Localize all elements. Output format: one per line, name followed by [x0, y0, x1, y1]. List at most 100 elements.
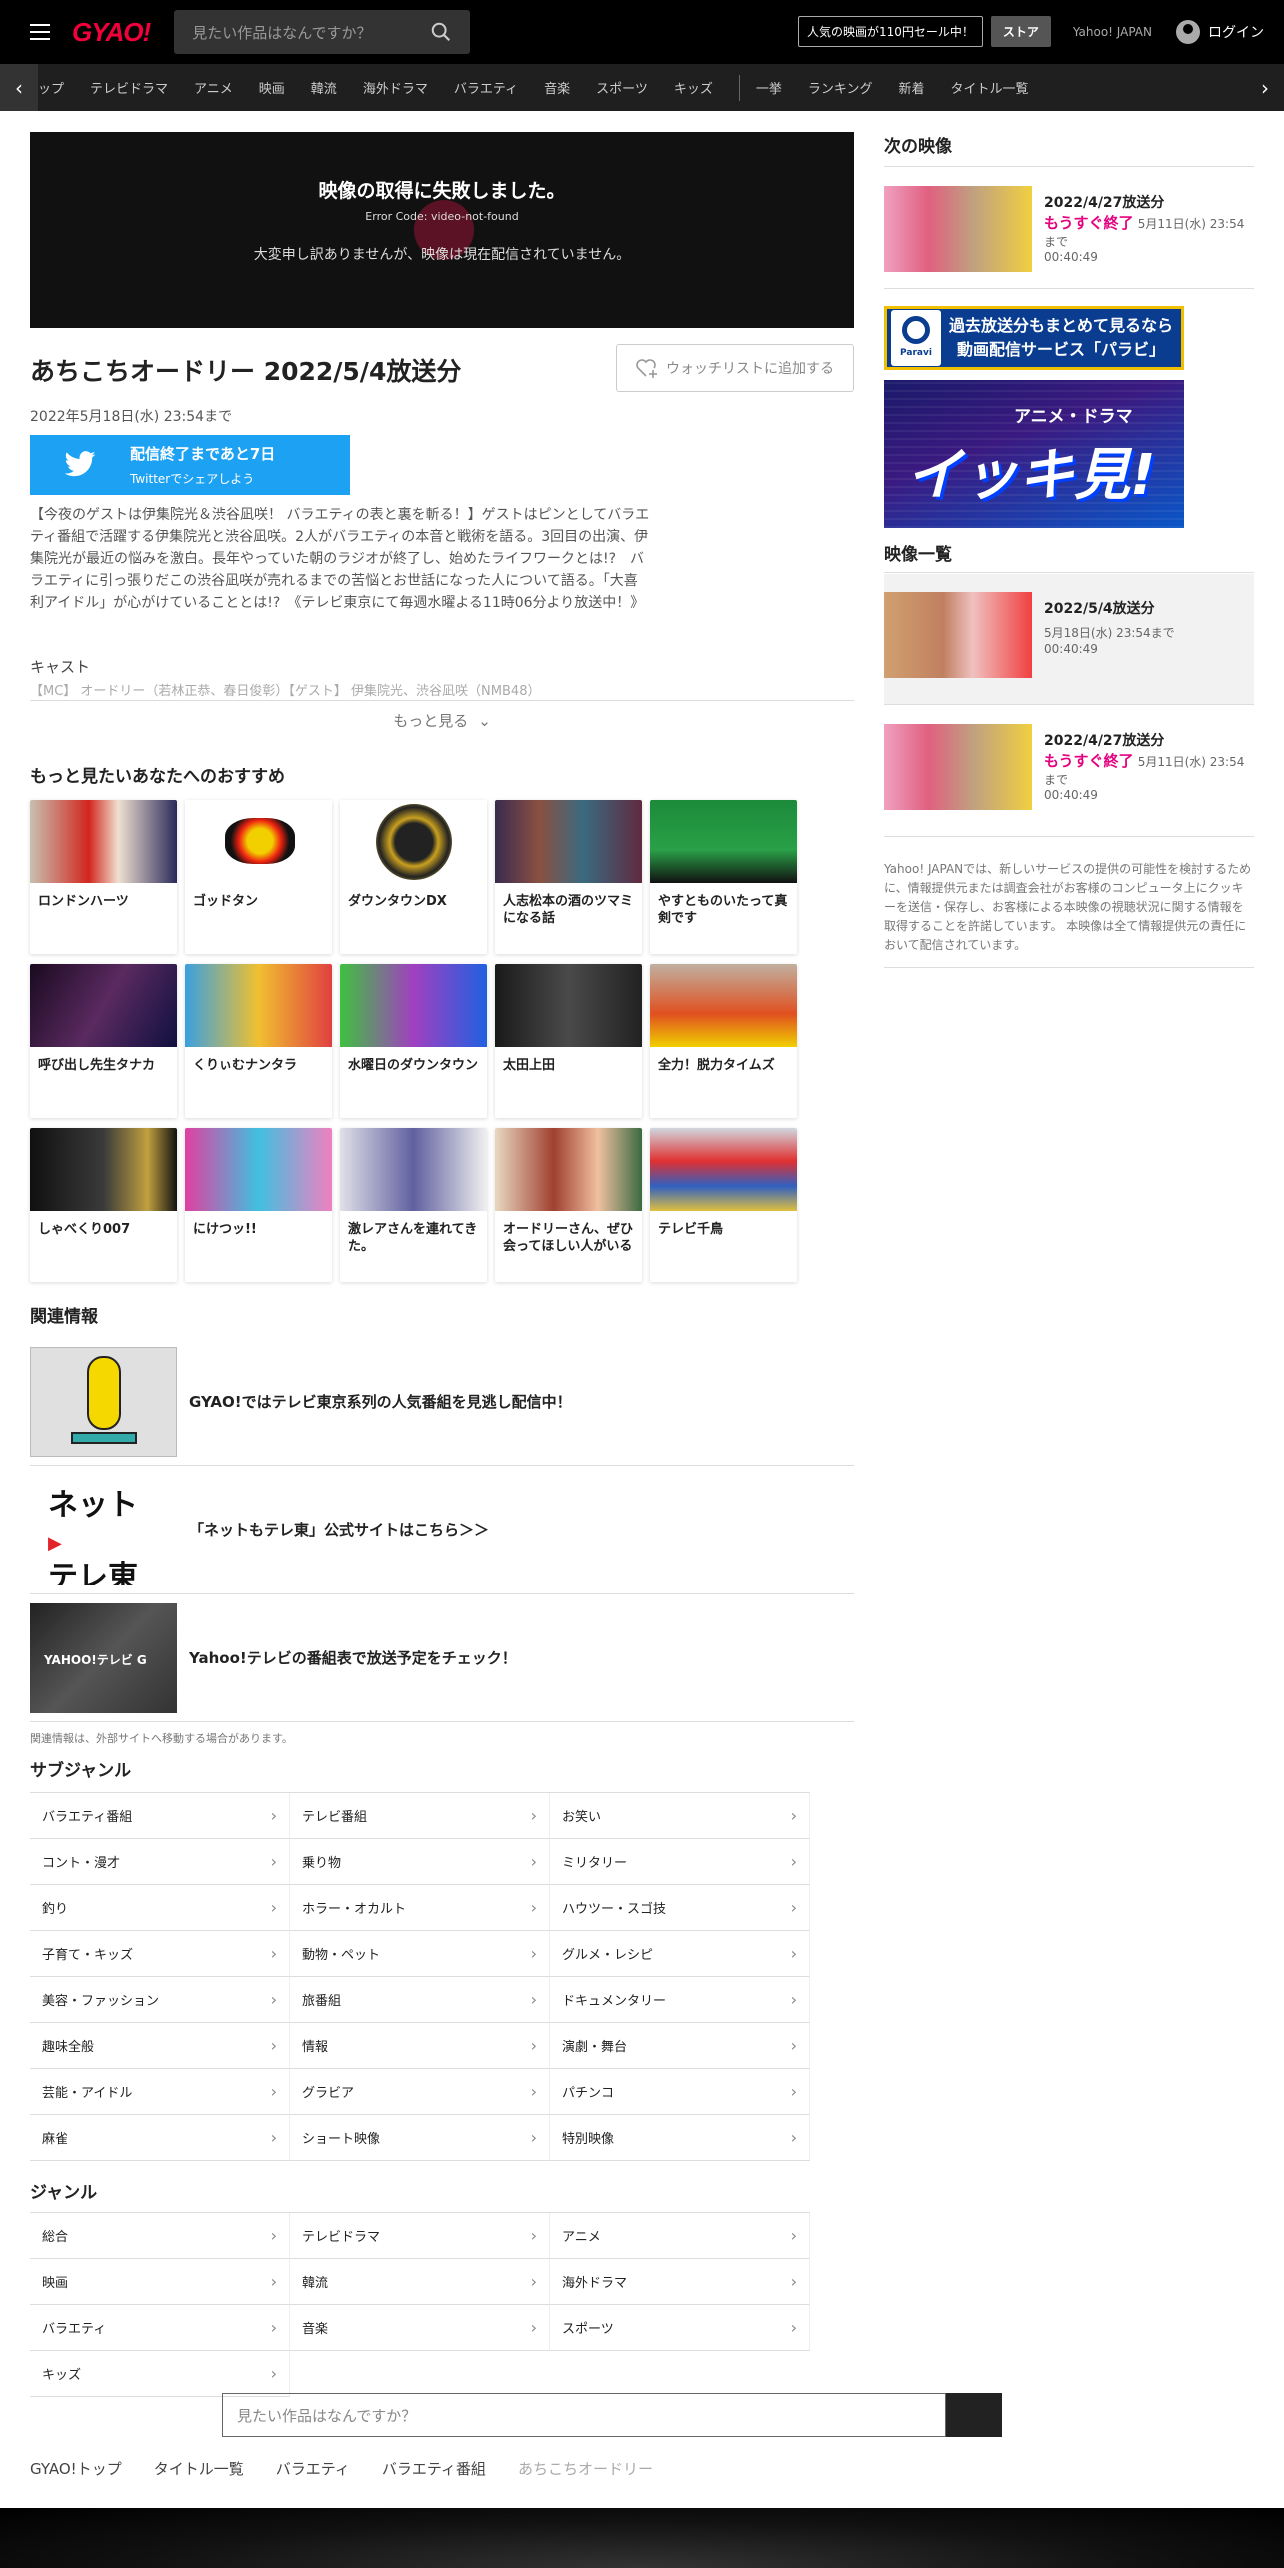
subgenre-link[interactable]: グラビア › [290, 2069, 550, 2115]
video-list-item[interactable]: 2022/5/4放送分 5月18日(水) 23:54まで 00:40:49 [884, 592, 1254, 678]
logo[interactable]: GYAO! [72, 17, 151, 48]
recommend-card[interactable]: にけつッ!! [185, 1128, 332, 1282]
recommend-card[interactable]: しゃべくり007 [30, 1128, 177, 1282]
recommend-card[interactable]: 人志松本の酒のツマミになる話 [495, 800, 642, 954]
subgenre-link[interactable]: コント・漫才 › [30, 1839, 290, 1885]
breadcrumb-item[interactable]: GYAO!トップ [30, 2458, 122, 2479]
nav-item-anime[interactable]: アニメ [194, 78, 233, 97]
recommend-card[interactable]: 太田上田 [495, 964, 642, 1118]
search-icon[interactable] [430, 21, 452, 43]
chevron-left-icon[interactable]: ‹ [0, 64, 38, 111]
chevron-right-icon: › [790, 1944, 797, 1963]
nav-item-music[interactable]: 音楽 [544, 78, 570, 97]
subgenre-link[interactable]: 美容・ファッション › [30, 1977, 290, 2023]
cell-label: スポーツ [562, 2322, 614, 2337]
recommend-card[interactable]: ロンドンハーツ [30, 800, 177, 954]
recommend-card[interactable]: 水曜日のダウンタウン [340, 964, 487, 1118]
subgenre-link[interactable]: ドキュメンタリー › [550, 1977, 810, 2023]
yahoo-japan-link[interactable]: Yahoo! JAPAN [1073, 25, 1152, 39]
subgenre-link[interactable]: グルメ・レシピ › [550, 1931, 810, 1977]
store-button[interactable]: ストア [990, 16, 1051, 47]
subgenre-link[interactable]: ミリタリー › [550, 1839, 810, 1885]
chevron-right-icon: › [270, 2318, 277, 2337]
nav-item-movie[interactable]: 映画 [259, 78, 285, 97]
subgenre-link[interactable]: 動物・ペット › [290, 1931, 550, 1977]
video-player[interactable]: 映像の取得に失敗しました。 Error Code: video-not-foun… [30, 132, 854, 328]
genre-link[interactable]: 映画 › [30, 2259, 290, 2305]
breadcrumb-item[interactable]: バラエティ [276, 2458, 350, 2479]
genre-link[interactable]: アニメ › [550, 2213, 810, 2259]
genre-link[interactable]: 海外ドラマ › [550, 2259, 810, 2305]
subgenre-link[interactable]: テレビ番組 › [290, 1793, 550, 1839]
chevron-right-icon: › [530, 2226, 537, 2245]
breadcrumb-item[interactable]: バラエティ番組 [382, 2458, 486, 2479]
genre-link[interactable]: スポーツ › [550, 2305, 810, 2351]
subgenre-link[interactable]: お笑い › [550, 1793, 810, 1839]
movie-sale-button[interactable]: 人気の映画が110円セール中！ [797, 16, 983, 47]
recommend-card[interactable]: やすとものいたって真剣です [650, 800, 797, 954]
related-item[interactable]: YAHOO!テレビ G Yahoo!テレビの番組表で放送予定をチェック！ [30, 1594, 854, 1722]
bottom-search-button[interactable] [946, 2393, 1002, 2437]
subgenre-link[interactable]: 釣り › [30, 1885, 290, 1931]
twitter-share-button[interactable]: 配信終了まであと7日 Twitterでシェアしよう [30, 435, 350, 495]
related-heading: 関連情報 [30, 1307, 98, 1327]
recommend-card[interactable]: オードリーさん、ぜひ会ってほしい人がいる [495, 1128, 642, 1282]
recommend-card[interactable]: 激レアさんを連れてきた。 [340, 1128, 487, 1282]
genre-link[interactable]: 総合 › [30, 2213, 290, 2259]
nav-item-variety[interactable]: バラエティ [454, 78, 518, 97]
nav-item-binge[interactable]: 一挙 [756, 78, 782, 97]
bottom-search-input[interactable]: 見たい作品はなんですか？ [222, 2393, 946, 2437]
nav-item-foreign-drama[interactable]: 海外ドラマ [363, 78, 428, 97]
login-button[interactable]: ログイン [1176, 19, 1264, 44]
subgenre-link[interactable]: 麻雀 › [30, 2115, 290, 2161]
nav-item-kids[interactable]: キッズ [674, 78, 713, 97]
subgenre-link[interactable]: ホラー・オカルト › [290, 1885, 550, 1931]
related-item[interactable]: GYAO!ではテレビ東京系列の人気番組を見逃し配信中！ [30, 1338, 854, 1466]
subgenre-link[interactable]: 乗り物 › [290, 1839, 550, 1885]
nav-item-top[interactable]: ップ [38, 78, 64, 97]
recommend-card[interactable]: テレビ千鳥 [650, 1128, 797, 1282]
nav-item-new[interactable]: 新着 [898, 78, 924, 97]
ikkimi-ad[interactable]: アニメ・ドラマ イッキ見! [884, 380, 1184, 528]
genre-link[interactable]: 韓流 › [290, 2259, 550, 2305]
recommend-card[interactable]: ダウンタウンDX [340, 800, 487, 954]
show-more-button[interactable]: もっと見る ⌄ [30, 700, 854, 740]
chevron-right-icon: › [270, 2082, 277, 2101]
recommend-card[interactable]: ゴッドタン [185, 800, 332, 954]
subgenre-link[interactable]: 特別映像 › [550, 2115, 810, 2161]
related-note: 関連情報は、外部サイトへ移動する場合があります。 [30, 1732, 293, 1745]
recommend-card[interactable]: 呼び出し先生タナカ [30, 964, 177, 1118]
related-item[interactable]: ネット ▶ テレ東 「ネットもテレ東」公式サイトはこちら＞＞ [30, 1466, 854, 1594]
nav-item-sports[interactable]: スポーツ [596, 78, 648, 97]
recommend-card[interactable]: 全力！脱力タイムズ [650, 964, 797, 1118]
paravi-ad[interactable]: Paravi 過去放送分もまとめて見るなら 動画配信サービス「パラビ」 [884, 306, 1184, 370]
nav-item-titles[interactable]: タイトル一覧 [951, 78, 1029, 97]
genre-link[interactable]: キッズ › [30, 2351, 290, 2397]
subgenre-link[interactable]: バラエティ番組 › [30, 1793, 290, 1839]
subgenre-link[interactable]: 情報 › [290, 2023, 550, 2069]
subgenre-link[interactable]: 芸能・アイドル › [30, 2069, 290, 2115]
subgenre-link[interactable]: 趣味全般 › [30, 2023, 290, 2069]
genre-link[interactable]: 音楽 › [290, 2305, 550, 2351]
next-video-item[interactable]: 2022/4/27放送分 もうすぐ終了 5月11日(水) 23:54 まで 00… [884, 186, 1254, 272]
recommend-card[interactable]: くりぃむナンタラ [185, 964, 332, 1118]
nav-item-korea[interactable]: 韓流 [311, 78, 337, 97]
nav-item-drama[interactable]: テレビドラマ [90, 78, 168, 97]
search-input[interactable]: 見たい作品はなんですか？ [174, 10, 471, 54]
subgenre-link[interactable]: ショート映像 › [290, 2115, 550, 2161]
thumbnail [30, 964, 177, 1047]
chevron-right-icon[interactable]: › [1246, 64, 1284, 111]
subgenre-link[interactable]: 子育て・キッズ › [30, 1931, 290, 1977]
subgenre-link[interactable]: 演劇・舞台 › [550, 2023, 810, 2069]
nav-item-ranking[interactable]: ランキング [808, 78, 873, 97]
subgenre-link[interactable]: ハウツー・スゴ技 › [550, 1885, 810, 1931]
genre-link[interactable]: バラエティ › [30, 2305, 290, 2351]
menu-icon[interactable] [30, 24, 50, 40]
subgenre-link[interactable]: 旅番組 › [290, 1977, 550, 2023]
breadcrumb-item[interactable]: タイトル一覧 [154, 2458, 244, 2479]
watchlist-button[interactable]: ウォッチリストに追加する [616, 344, 854, 392]
thumbnail [495, 964, 642, 1047]
genre-link[interactable]: テレビドラマ › [290, 2213, 550, 2259]
subgenre-link[interactable]: パチンコ › [550, 2069, 810, 2115]
video-list-item[interactable]: 2022/4/27放送分 もうすぐ終了 5月11日(水) 23:54 まで 00… [884, 724, 1254, 810]
